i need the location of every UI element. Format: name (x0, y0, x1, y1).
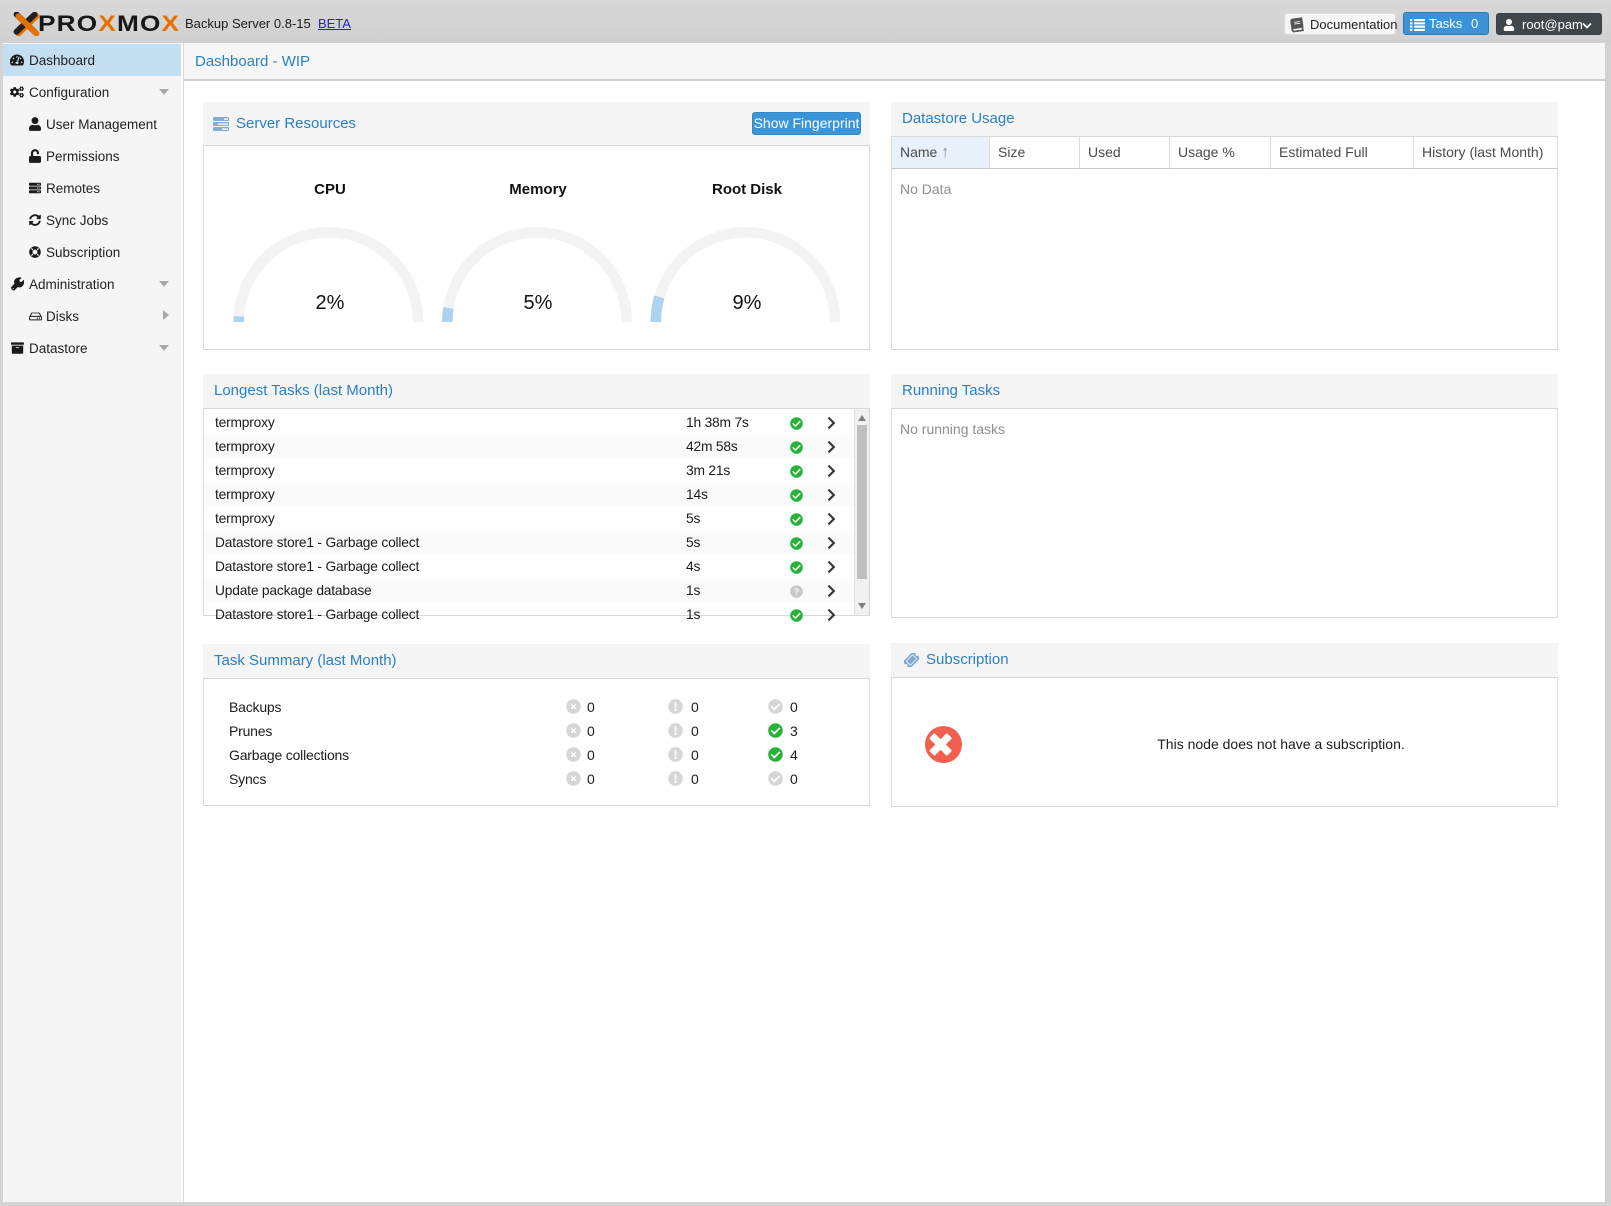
svg-text:?: ? (794, 587, 799, 596)
